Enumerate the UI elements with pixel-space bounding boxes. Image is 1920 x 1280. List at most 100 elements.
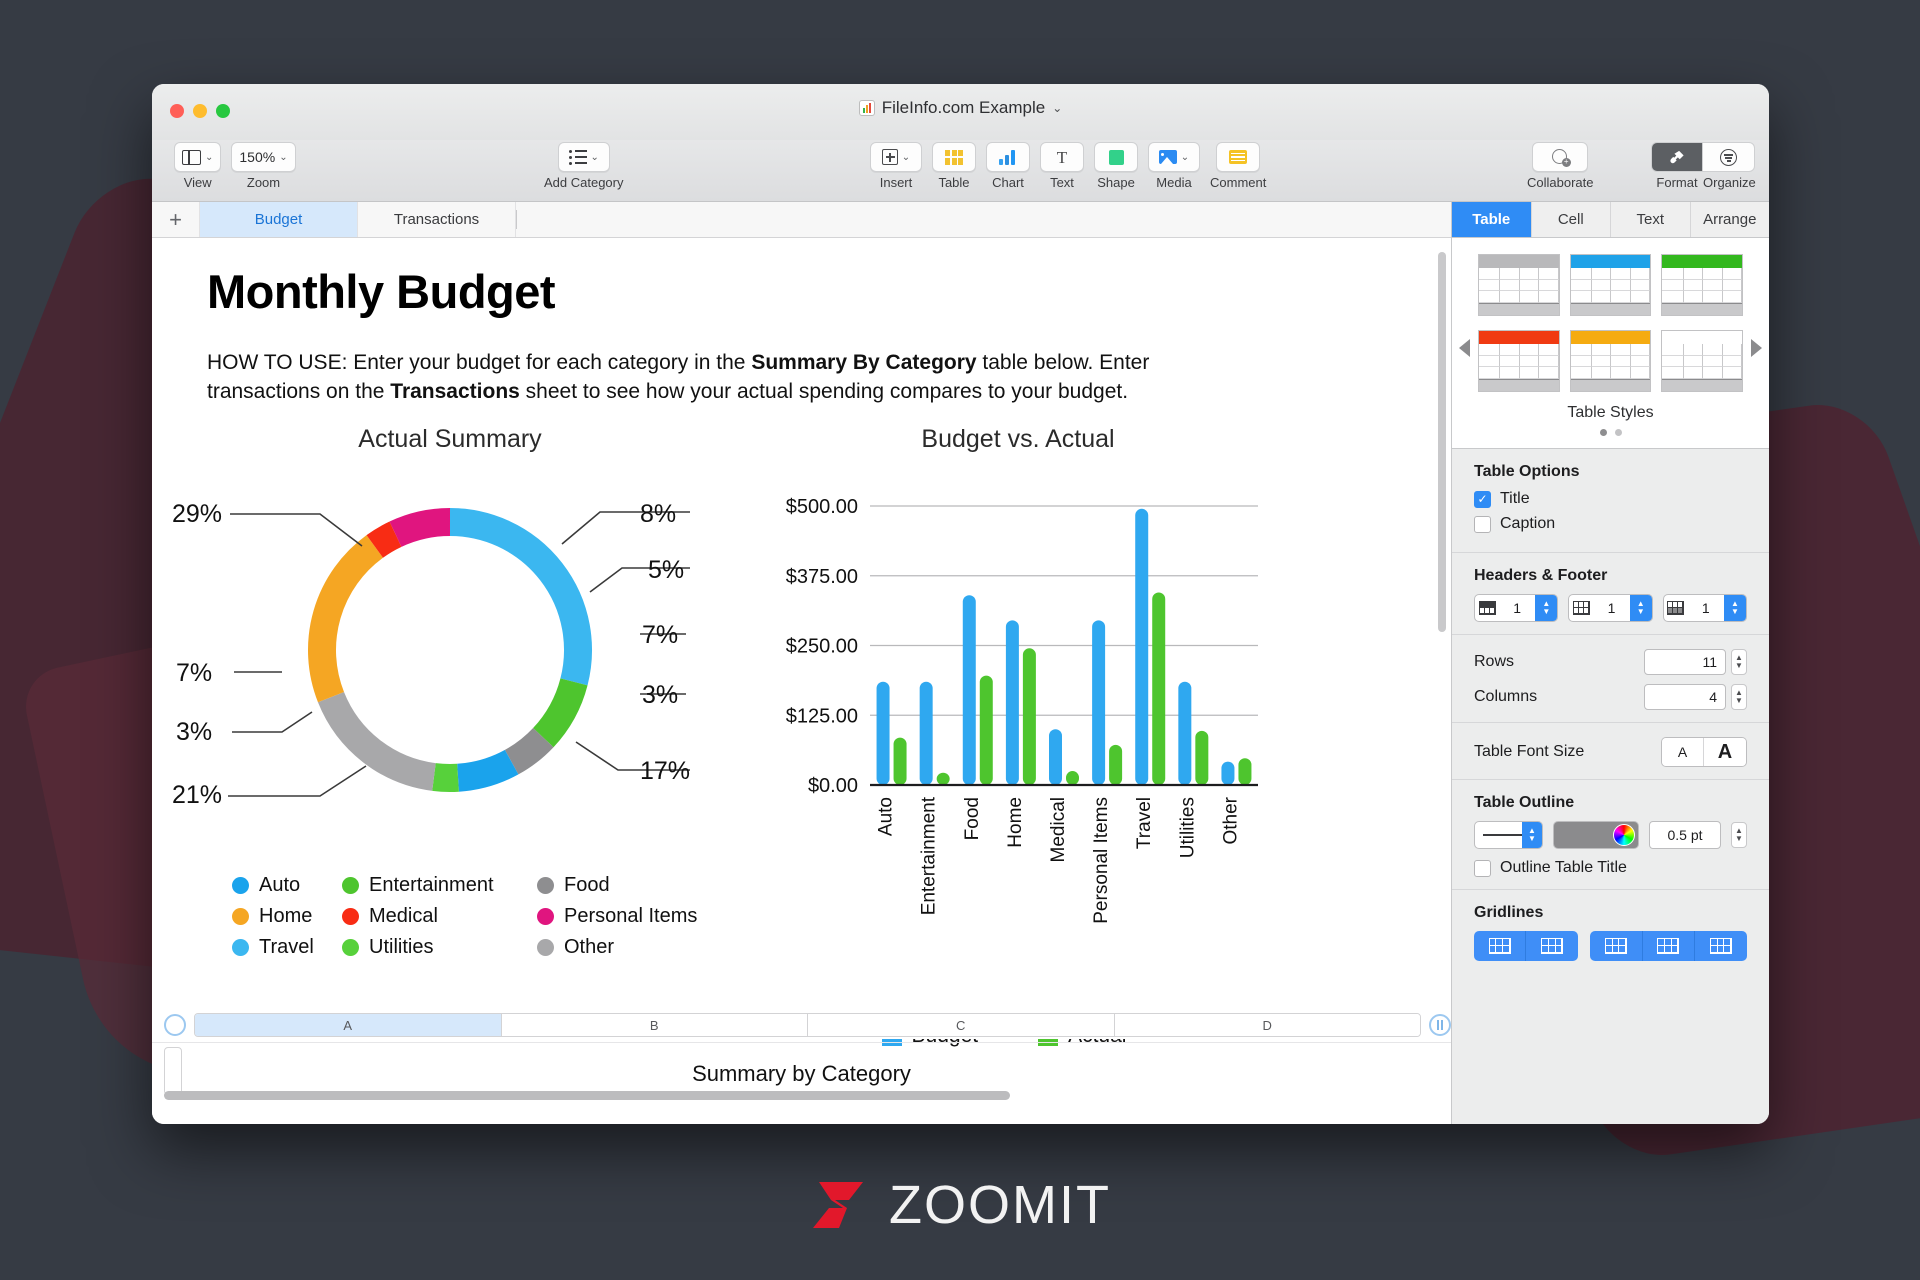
- sheet-tab-transactions[interactable]: Transactions: [358, 202, 516, 237]
- budget-vs-actual-chart[interactable]: Budget vs. Actual $0.00 $125.00 $250.00 $37…: [730, 425, 1278, 1048]
- table-title[interactable]: Summary by Category: [152, 1061, 1451, 1087]
- checkbox-caption[interactable]: Caption: [1474, 515, 1747, 533]
- column-header-d[interactable]: D: [1114, 1014, 1420, 1036]
- toolbar-media[interactable]: ⌄ Media: [1148, 142, 1200, 190]
- columns-field[interactable]: Columns 4 ▲ ▼: [1474, 684, 1747, 710]
- column-headers[interactable]: ABCD: [194, 1013, 1421, 1037]
- bar-actual-personal-items[interactable]: [1109, 744, 1123, 785]
- table-handle-icon[interactable]: [164, 1014, 186, 1036]
- bar-budget-travel[interactable]: [1135, 508, 1149, 785]
- vertical-scrollbar[interactable]: [1438, 252, 1446, 632]
- checkbox-icon-unchecked[interactable]: [1474, 515, 1491, 533]
- styles-pagination-dots[interactable]: [1452, 429, 1769, 436]
- checkbox-outline-table-title[interactable]: Outline Table Title: [1474, 859, 1747, 877]
- bar-chart[interactable]: $0.00 $125.00 $250.00 $375.00 $500.00 Auto En…: [758, 454, 1278, 1014]
- chevron-down-icon[interactable]: ⌄: [591, 152, 599, 163]
- table-style-red-style[interactable]: [1478, 330, 1560, 392]
- tab-arrange[interactable]: Arrange: [1690, 202, 1769, 237]
- rows-input[interactable]: 11: [1644, 649, 1726, 675]
- donut-slice-home[interactable]: [308, 535, 384, 703]
- donut-slice-entertainment[interactable]: [532, 677, 588, 748]
- actual-summary-chart[interactable]: Actual Summary 29% 8% 5% 7% 3% 17% 21% 3% 7% Aut…: [152, 425, 730, 1048]
- bar-budget-personal-items[interactable]: [1092, 620, 1106, 785]
- gridline-vertical-button[interactable]: [1526, 931, 1579, 961]
- stepper-arrows-icon[interactable]: ▲ ▼: [1522, 822, 1542, 848]
- chevron-down-icon[interactable]: ⌄: [1181, 152, 1189, 163]
- color-wheel-icon[interactable]: [1613, 824, 1635, 846]
- bar-actual-travel[interactable]: [1152, 592, 1166, 785]
- donut-slice-other[interactable]: [317, 691, 437, 791]
- bar-actual-food[interactable]: [979, 675, 993, 785]
- bar-actual-utilities[interactable]: [1195, 730, 1209, 785]
- bar-actual-medical[interactable]: [1066, 770, 1079, 785]
- spreadsheet-canvas[interactable]: Monthly Budget HOW TO USE: Enter your bu…: [152, 238, 1451, 1124]
- table-styles-grid[interactable]: [1452, 254, 1769, 392]
- stepper-arrows-icon[interactable]: ▲ ▼: [1723, 595, 1746, 621]
- donut-slice-medical[interactable]: [366, 521, 402, 558]
- header-rows-stepper[interactable]: 1 ▲ ▼: [1474, 594, 1559, 622]
- chevron-down-icon[interactable]: ⌄: [205, 152, 213, 163]
- donut-slice-personal-items[interactable]: [389, 507, 451, 547]
- donut-slice-travel[interactable]: [449, 507, 592, 686]
- table-style-gray-style[interactable]: [1478, 254, 1560, 316]
- horizontal-scrollbar[interactable]: [164, 1091, 1307, 1100]
- chevron-down-icon[interactable]: ⌄: [1052, 101, 1062, 115]
- header-columns-stepper[interactable]: 1 ▲ ▼: [1568, 594, 1653, 622]
- add-sheet-button[interactable]: +: [152, 202, 200, 237]
- format-button[interactable]: [1651, 142, 1703, 172]
- document-title[interactable]: FileInfo.com Example ⌄: [152, 98, 1769, 118]
- bar-budget-other[interactable]: [1221, 761, 1235, 785]
- tab-cell[interactable]: Cell: [1531, 202, 1611, 237]
- column-header-a[interactable]: A: [195, 1014, 502, 1036]
- outline-color-swatch[interactable]: [1553, 821, 1639, 849]
- toolbar-table[interactable]: Table: [932, 142, 976, 190]
- bar-budget-auto[interactable]: [876, 681, 890, 785]
- organize-button[interactable]: [1703, 142, 1755, 172]
- table-style-green-style[interactable]: [1661, 254, 1743, 316]
- font-decrease-button[interactable]: A: [1662, 738, 1704, 766]
- donut-slice-auto[interactable]: [456, 749, 519, 792]
- table-style-blue-style[interactable]: [1569, 254, 1652, 316]
- bar-budget-home[interactable]: [1005, 620, 1019, 785]
- gridline-horizontal-button[interactable]: [1474, 931, 1527, 961]
- stepper-arrows-icon[interactable]: ▲ ▼: [1629, 595, 1652, 621]
- column-header-c[interactable]: C: [808, 1014, 1115, 1036]
- donut-chart[interactable]: 29% 8% 5% 7% 3% 17% 21% 3% 7%: [170, 454, 730, 874]
- outline-width-stepper-icon[interactable]: ▲ ▼: [1731, 822, 1747, 848]
- stepper-arrows-icon[interactable]: ▲ ▼: [1535, 595, 1558, 621]
- toolbar-text[interactable]: T Text: [1040, 142, 1084, 190]
- toolbar-chart[interactable]: Chart: [986, 142, 1030, 190]
- line-style-select[interactable]: ▲ ▼: [1474, 821, 1543, 849]
- bar-budget-entertainment[interactable]: [919, 681, 933, 785]
- toolbar-shape[interactable]: Shape: [1094, 142, 1138, 190]
- styles-prev-arrow-icon[interactable]: [1459, 338, 1470, 357]
- checkbox-icon-unchecked[interactable]: [1474, 859, 1491, 877]
- footer-rows-stepper[interactable]: 1 ▲ ▼: [1662, 594, 1747, 622]
- bar-actual-home[interactable]: [1022, 648, 1036, 785]
- font-increase-button[interactable]: A: [1704, 738, 1746, 766]
- rows-field[interactable]: Rows 11 ▲ ▼: [1474, 649, 1747, 675]
- checkbox-icon-checked[interactable]: ✓: [1474, 490, 1491, 508]
- table-style-plain-style[interactable]: [1661, 330, 1743, 392]
- sheet-tab-budget[interactable]: Budget: [200, 202, 358, 237]
- toolbar-zoom[interactable]: 150% ⌄ Zoom: [231, 142, 296, 190]
- column-header-strip[interactable]: ABCD: [152, 1011, 1451, 1039]
- bar-budget-food[interactable]: [962, 595, 976, 785]
- column-resize-icon[interactable]: [1429, 1014, 1451, 1036]
- toolbar-comment[interactable]: Comment: [1210, 142, 1266, 190]
- gridline-body-v-button[interactable]: [1642, 931, 1695, 961]
- toolbar-add-category[interactable]: ⌄ Add Category: [544, 142, 624, 190]
- gridline-body-all-button[interactable]: [1694, 931, 1747, 961]
- chevron-down-icon[interactable]: ⌄: [279, 152, 287, 163]
- toolbar-view[interactable]: ⌄ View: [174, 142, 222, 190]
- bar-budget-utilities[interactable]: [1178, 681, 1192, 785]
- table-style-orange-style[interactable]: [1569, 330, 1652, 392]
- columns-stepper-icon[interactable]: ▲ ▼: [1731, 684, 1747, 710]
- column-header-b[interactable]: B: [501, 1014, 808, 1036]
- tab-table[interactable]: Table: [1452, 202, 1532, 237]
- columns-input[interactable]: 4: [1644, 684, 1726, 710]
- tab-text[interactable]: Text: [1611, 202, 1691, 237]
- gridline-body-h-button[interactable]: [1590, 931, 1643, 961]
- bar-actual-other[interactable]: [1238, 758, 1252, 785]
- donut-slice-food[interactable]: [504, 727, 554, 775]
